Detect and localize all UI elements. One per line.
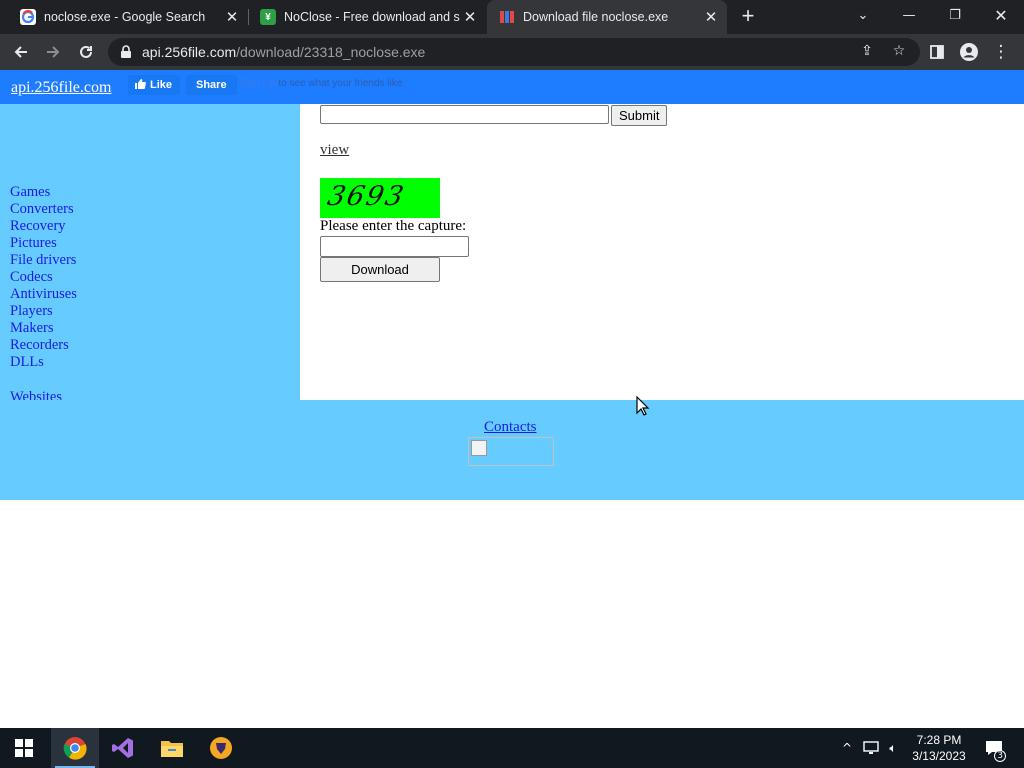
chrome-icon[interactable] — [51, 728, 99, 768]
notification-count: 3 — [994, 750, 1006, 762]
new-tab-button[interactable]: + — [736, 5, 760, 29]
clock-time: 7:28 PM — [916, 733, 962, 747]
close-tab-icon[interactable]: ✕ — [222, 8, 242, 26]
browser-toolbar: api.256file.com/download/23318_noclose.e… — [0, 34, 1024, 70]
site-home-link[interactable]: api.256file.com — [11, 79, 111, 97]
category-link-file-drivers[interactable]: File drivers — [10, 252, 77, 269]
category-link-codecs[interactable]: Codecs — [10, 269, 77, 286]
share-label: Share — [196, 79, 227, 91]
google-icon — [20, 9, 36, 25]
url-host: api.256file.com — [142, 44, 237, 60]
share-icon[interactable]: ⇪ — [858, 43, 876, 61]
clock-date: 3/13/2023 — [912, 749, 966, 763]
category-link-recovery[interactable]: Recovery — [10, 218, 77, 235]
capture-label: Please enter the capture: — [320, 218, 467, 234]
windows-start-icon[interactable] — [0, 728, 48, 768]
minimize-button[interactable]: — — [886, 0, 932, 30]
category-sidebar: Games Converters Recovery Pictures File … — [0, 104, 300, 405]
show-hidden-icons-icon[interactable]: ^ — [836, 728, 858, 768]
close-tab-icon[interactable]: ✕ — [701, 8, 721, 26]
captcha-code: 3693 — [324, 181, 409, 212]
network-icon[interactable] — [860, 728, 882, 768]
volume-icon[interactable]: 🔈︎ — [882, 728, 904, 768]
category-link-makers[interactable]: Makers — [10, 320, 77, 337]
close-tab-icon[interactable]: ✕ — [460, 8, 480, 26]
browser-tab-strip: noclose.exe - Google Search ✕ ¥ NoClose … — [0, 0, 1024, 34]
reload-icon — [80, 45, 92, 58]
back-button[interactable] — [8, 39, 34, 65]
tab-download-file[interactable]: Download file noclose.exe ✕ — [487, 0, 727, 34]
thumbs-up-icon — [134, 78, 146, 93]
like-label: Like — [150, 79, 173, 91]
tab-title: noclose.exe - Google Search — [44, 10, 206, 24]
category-list: Games Converters Recovery Pictures File … — [10, 184, 77, 371]
captcha-image: 3693 — [320, 178, 440, 218]
forward-arrow-icon — [47, 46, 60, 58]
facebook-social-text: Sign Up to see what your friends like — [240, 78, 402, 89]
bookmark-star-icon[interactable]: ☆ — [890, 43, 908, 61]
side-panel-icon[interactable] — [924, 39, 950, 65]
category-link-players[interactable]: Players — [10, 303, 77, 320]
facebook-signup-link[interactable]: Sign Up — [240, 78, 276, 89]
category-link-antiviruses[interactable]: Antiviruses — [10, 286, 77, 303]
restore-button[interactable]: ❐ — [932, 0, 978, 30]
captcha-input[interactable] — [320, 236, 469, 257]
tab-title: NoClose - Free download and so — [284, 10, 460, 24]
facebook-share-button[interactable]: Share — [186, 75, 237, 95]
web-page: api.256file.com Like Share Sign Up to se… — [0, 70, 1024, 728]
category-link-dlls[interactable]: DLLs — [10, 354, 77, 371]
broken-image — [468, 437, 554, 466]
category-link-converters[interactable]: Converters — [10, 201, 77, 218]
file-explorer-icon[interactable] — [148, 728, 196, 768]
tab-search-icon[interactable]: ⌄ — [840, 0, 886, 30]
menu-kebab-icon[interactable]: ⋮ — [988, 39, 1014, 65]
lock-icon[interactable] — [118, 44, 134, 60]
facebook-friends-text: to see what your friends like — [278, 78, 403, 89]
notification-center-icon[interactable]: 3 — [980, 728, 1008, 768]
softonic-icon: ¥ — [260, 9, 276, 25]
tab-noclose-download[interactable]: ¥ NoClose - Free download and so ✕ — [248, 0, 486, 34]
address-bar[interactable]: api.256file.com/download/23318_noclose.e… — [108, 38, 920, 66]
256file-icon — [499, 9, 515, 25]
profile-avatar-icon[interactable] — [956, 39, 982, 65]
visual-studio-icon[interactable] — [99, 728, 147, 768]
download-button[interactable]: Download — [320, 257, 440, 282]
url-text: api.256file.com/download/23318_noclose.e… — [142, 44, 425, 60]
search-input[interactable] — [320, 105, 609, 124]
back-arrow-icon — [14, 46, 27, 58]
url-path: /download/23318_noclose.exe — [236, 44, 426, 60]
brave-icon[interactable] — [197, 728, 245, 768]
view-link[interactable]: view — [320, 142, 349, 159]
tab-title: Download file noclose.exe — [523, 10, 669, 24]
site-header: api.256file.com Like Share Sign Up to se… — [0, 70, 1024, 104]
category-link-recorders[interactable]: Recorders — [10, 337, 77, 354]
facebook-like-button[interactable]: Like — [128, 75, 181, 95]
forward-button[interactable] — [40, 39, 66, 65]
category-link-pictures[interactable]: Pictures — [10, 235, 77, 252]
broken-image-icon — [471, 440, 487, 456]
category-link-games[interactable]: Games — [10, 184, 77, 201]
close-window-button[interactable]: ✕ — [978, 0, 1024, 30]
contacts-link[interactable]: Contacts — [484, 419, 537, 436]
submit-button[interactable]: Submit — [611, 105, 668, 126]
reload-button[interactable] — [73, 39, 99, 65]
tab-google-search[interactable]: noclose.exe - Google Search ✕ — [8, 0, 248, 34]
windows-taskbar: ^ 🔈︎ 7:28 PM 3/13/2023 3 — [0, 728, 1024, 768]
system-clock[interactable]: 7:28 PM 3/13/2023 — [904, 732, 974, 764]
mouse-cursor-icon — [636, 396, 650, 416]
